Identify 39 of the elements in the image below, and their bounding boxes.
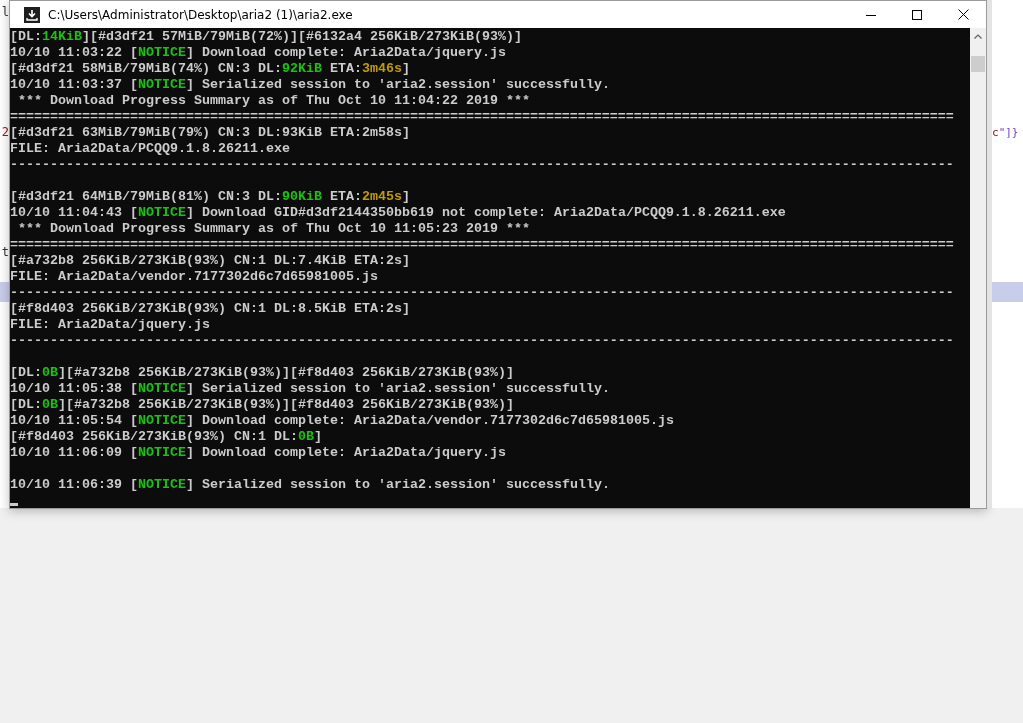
download-icon [24,6,40,23]
console-line: [#a732b8 256KiB/273KiB(93%) CN:1 DL:7.4KiB ETA:2s] [10,253,410,269]
console-line: 10/10 11:03:22 [NOTICE] Download complete: Aria2Data/jquery.js [10,45,506,61]
console-line: [#d3df21 64MiB/79MiB(81%) CN:3 DL:90KiB ETA:2m45s] [10,189,410,205]
console-line: [#f8d403 256KiB/273KiB(93%) CN:1 DL:0B] [10,429,322,445]
text-cursor [10,503,18,506]
console-line: 10/10 11:05:38 [NOTICE] Serialized session to 'aria2.session' successfully. [10,381,610,397]
code-text: t [1,245,9,259]
console-line: [#d3df21 58MiB/79MiB(74%) CN:3 DL:92KiB ETA:3m46s] [10,61,410,77]
code-text: l [1,5,9,19]
console-line: *** Download Progress Summary as of Thu Oct 10 11:05:23 2019 *** [17,221,530,237]
console-line: FILE: Aria2Data/vendor.7177302d6c7d65981005.js [10,269,378,285]
console-line: *** Download Progress Summary as of Thu Oct 10 11:04:22 2019 *** [17,93,530,109]
chevron-up-icon [974,34,982,39]
console-line: [DL:14KiB][#d3df21 57MiB/79MiB(72%)][#6132a4 256KiB/273KiB(93%)] [10,29,522,45]
separator-line: ---------------------------------------------------------------------------------------------------------------------- [10,157,954,173]
console-line: [DL:0B][#a732b8 256KiB/273KiB(93%)][#f8d403 256KiB/273KiB(93%)] [10,365,514,381]
console-line: 10/10 11:06:09 [NOTICE] Download complete: Aria2Data/jquery.js [10,445,506,461]
console-line: 10/10 11:05:54 [NOTICE] Download complete: Aria2Data/vendor.7177302d6c7d65981005.js [10,413,674,429]
console-line: FILE: Aria2Data/jquery.js [10,317,210,333]
code-text: "]} [998,125,1019,139]
console-line: [#d3df21 63MiB/79MiB(79%) CN:3 DL:93KiB ETA:2m58s] [10,125,410,141]
code-text: c [992,125,999,139]
separator-line: ---------------------------------------------------------------------------------------------------------------------- [10,333,954,349]
separator-line: ====================================================================================================================== [10,237,954,253]
console-line: 10/10 11:03:37 [NOTICE] Serialized session to 'aria2.session' successfully. [10,77,610,93]
console-line: 10/10 11:04:43 [NOTICE] Download GID#d3df2144350bb619 not complete: Aria2Data/PCQQ9.1.8.26211.exe [10,205,786,221]
separator-line: ---------------------------------------------------------------------------------------------------------------------- [10,285,954,301]
window-title: C:\Users\Administrator\Desktop\aria2 (1)\aria2.exe [48,7,353,22]
console-line: 10/10 11:06:39 [NOTICE] Serialized session to 'aria2.session' successfully. [10,477,610,493]
maximize-icon [912,9,922,20]
separator-line: ====================================================================================================================== [10,109,954,125]
close-icon [957,9,969,20]
console-line: [#f8d403 256KiB/273KiB(93%) CN:1 DL:8.5KiB ETA:2s] [10,301,410,317]
console-line: FILE: Aria2Data/PCQQ9.1.8.26211.exe [10,141,290,157]
scroll-thumb[interactable] [971,56,985,72]
scroll-bar[interactable] [970,28,986,508]
console-line: [DL:0B][#a732b8 256KiB/273KiB(93%)][#f8d403 256KiB/273KiB(93%)] [10,397,514,413]
code-text: 2 [1,125,9,139]
